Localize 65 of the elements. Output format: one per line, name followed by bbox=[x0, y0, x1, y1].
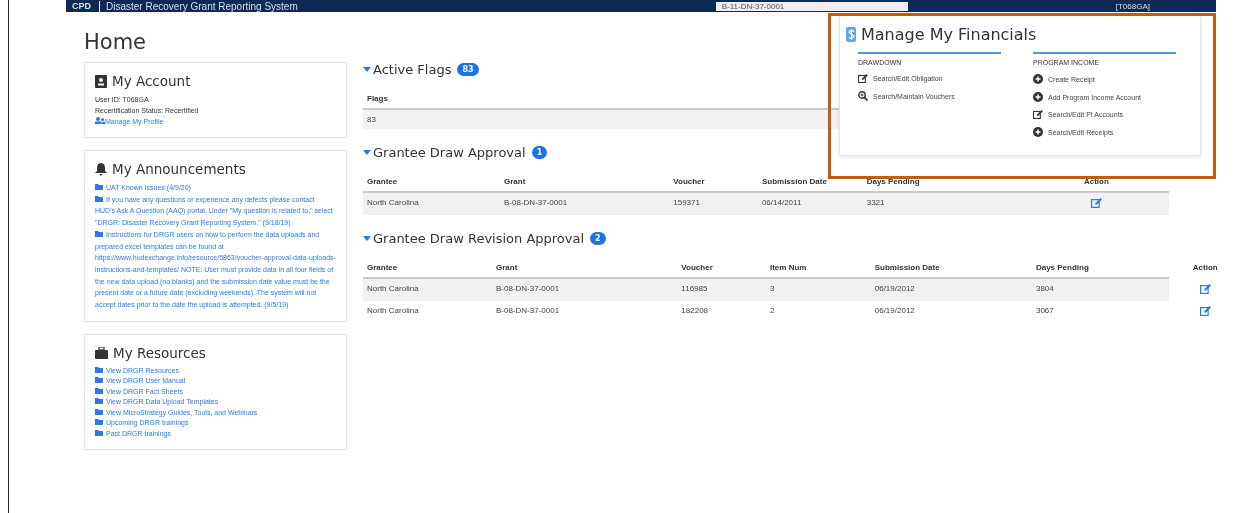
column-header: Submission Date bbox=[874, 263, 940, 272]
id-card-icon bbox=[95, 74, 107, 88]
table-cell: North Carolina bbox=[367, 306, 419, 315]
edit-icon bbox=[858, 74, 868, 83]
section-toggle[interactable]: Active Flags 83 bbox=[363, 62, 479, 77]
table-cell: B-08-DN-37-0001 bbox=[495, 284, 560, 293]
column-header: Item Num bbox=[770, 263, 807, 272]
edit-icon bbox=[1033, 110, 1043, 119]
count-badge: 1 bbox=[531, 146, 548, 159]
user-menu[interactable]: [T068GA] bbox=[1115, 1, 1150, 11]
table-cell: North Carolina bbox=[367, 198, 419, 207]
column-header: Grantee bbox=[367, 177, 398, 186]
caret-icon bbox=[363, 150, 371, 155]
card-title: My Account bbox=[112, 73, 191, 89]
section-toggle[interactable]: Grantee Draw Approval 1 bbox=[363, 145, 548, 160]
table-cell: 06/19/2012 bbox=[874, 306, 915, 315]
table-cell: B-08-DN-37-0001 bbox=[504, 198, 568, 207]
count-badge: 2 bbox=[590, 232, 606, 245]
edit-icon[interactable] bbox=[1199, 284, 1211, 294]
bell-icon bbox=[95, 162, 107, 176]
table-cell: 3 bbox=[770, 284, 775, 293]
table-cell: North Carolina bbox=[367, 284, 419, 293]
page-title: Home bbox=[84, 30, 146, 54]
table-cell: 182208 bbox=[681, 306, 709, 315]
plus-circle-icon bbox=[1033, 127, 1043, 137]
column-header: Grant bbox=[504, 177, 526, 186]
column-header: Action bbox=[1083, 177, 1109, 186]
table-cell: 116985 bbox=[681, 284, 708, 293]
edit-icon[interactable] bbox=[1199, 306, 1211, 316]
folder-icon bbox=[95, 230, 103, 237]
card-title: My Resources bbox=[113, 344, 206, 361]
column-header: Grant bbox=[495, 263, 518, 272]
column-header: Days Pending bbox=[866, 177, 920, 186]
count-badge: 83 bbox=[457, 63, 479, 76]
table-cell: 3067 bbox=[1035, 306, 1054, 315]
caret-icon bbox=[363, 236, 371, 241]
column-header: Action bbox=[1192, 263, 1218, 272]
table-cell: 3804 bbox=[1035, 284, 1054, 293]
users-icon bbox=[95, 117, 105, 124]
column-header: Submission Date bbox=[761, 177, 827, 186]
column-header: Voucher bbox=[673, 177, 705, 186]
table-cell: 159371 bbox=[673, 198, 700, 207]
search-field[interactable]: B-11-DN-37-0001 bbox=[715, 1, 908, 11]
table-cell: 3321 bbox=[866, 198, 885, 207]
dropdown-title: Manage My Financials bbox=[861, 25, 1037, 44]
app-title: Disaster Recovery Grant Reporting System bbox=[99, 0, 708, 12]
table-cell: B-08-DN-37-0001 bbox=[495, 306, 560, 315]
section-toggle[interactable]: Grantee Draw Revision Approval 2 bbox=[363, 231, 606, 246]
column-header: Days Pending bbox=[1035, 263, 1089, 272]
card-title: My Announcements bbox=[112, 161, 246, 177]
caret-icon bbox=[363, 67, 371, 72]
logo-text: CPD bbox=[72, 1, 91, 11]
column-header: Voucher bbox=[681, 263, 713, 272]
table-cell: 06/14/2011 bbox=[761, 198, 802, 207]
column-header: Grantee bbox=[367, 263, 398, 272]
table-cell: 2 bbox=[770, 306, 775, 315]
plus-circle-icon bbox=[1033, 92, 1043, 102]
edit-icon[interactable] bbox=[1090, 198, 1102, 208]
dollar-icon bbox=[846, 27, 856, 42]
table-cell: 06/19/2012 bbox=[874, 284, 915, 293]
table-cell: 83 bbox=[367, 115, 376, 124]
plus-circle-icon bbox=[1033, 74, 1043, 84]
briefcase-icon bbox=[95, 346, 108, 359]
zoom-in-icon bbox=[858, 91, 868, 101]
column-header: Flags bbox=[367, 94, 388, 103]
